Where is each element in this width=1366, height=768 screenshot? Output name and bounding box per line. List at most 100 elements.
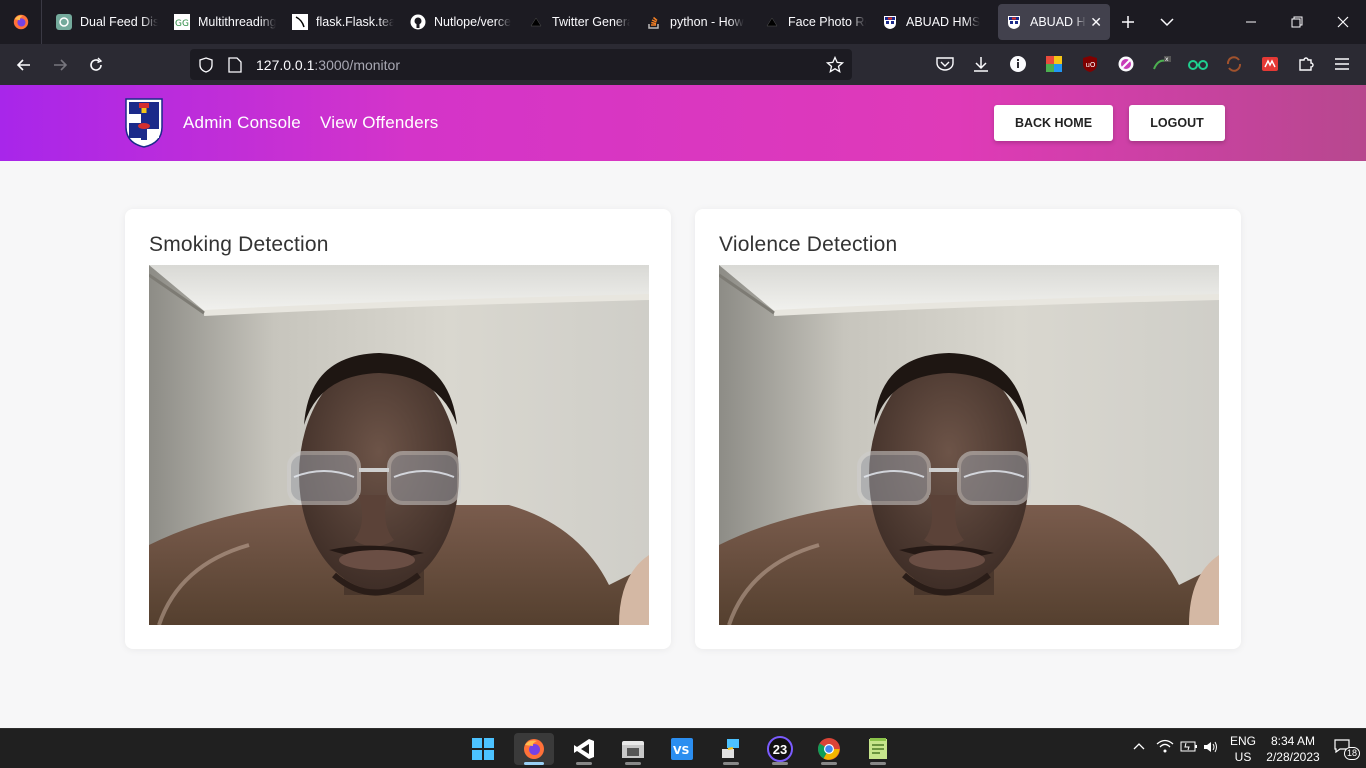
volume-icon[interactable]	[1203, 740, 1219, 757]
close-window-button[interactable]	[1320, 0, 1366, 44]
arrow-right-icon	[54, 58, 68, 71]
notification-count: 18	[1344, 747, 1361, 760]
back-home-button[interactable]: BACK HOME	[994, 105, 1113, 141]
minimize-button[interactable]	[1228, 0, 1274, 44]
download-icon[interactable]	[965, 48, 997, 80]
tab-label: Multithreading	[198, 15, 276, 29]
back-button[interactable]	[7, 48, 41, 82]
taskbar-notepad-plus[interactable]	[858, 733, 898, 765]
pocket-icon[interactable]	[929, 48, 961, 80]
chrome-icon	[818, 738, 840, 760]
tab-label: Nutlope/verce	[434, 15, 512, 29]
shield-icon[interactable]	[198, 56, 214, 73]
tab-1[interactable]: Dual Feed Disp	[48, 4, 166, 40]
clock-date: 2/28/2023	[1266, 750, 1320, 764]
restore-button[interactable]	[1274, 0, 1320, 44]
chevron-up-icon	[1133, 743, 1145, 750]
url-host: 127.0.0.1	[256, 56, 315, 73]
region-text: US	[1234, 750, 1252, 764]
taskbar-file-explorer[interactable]	[613, 733, 653, 765]
clock[interactable]: 8:34 AM 2/28/2023	[1262, 733, 1324, 765]
taskbar-network-tool[interactable]	[711, 733, 751, 765]
arrow-left-icon	[16, 58, 30, 71]
tab-label: Face Photo Re	[788, 15, 866, 29]
svg-text:uO: uO	[1086, 61, 1096, 69]
browser-tab-bar: Dual Feed Disp GG Multithreading flask.F…	[0, 0, 1366, 44]
red-extension-icon[interactable]	[1254, 48, 1286, 80]
battery-icon[interactable]	[1180, 740, 1198, 755]
language-text: ENG	[1230, 734, 1257, 748]
extensions-puzzle-icon[interactable]	[1290, 48, 1322, 80]
url-path: :3000/monitor	[314, 56, 400, 73]
visual-studio-icon	[574, 739, 594, 759]
tab-7[interactable]: Face Photo Re	[756, 4, 874, 40]
svg-text:VS: VS	[673, 744, 690, 757]
sync-extension-icon[interactable]	[1218, 48, 1250, 80]
calendar-badge-text: 23	[772, 741, 788, 757]
show-hidden-icons[interactable]	[1133, 740, 1145, 754]
smoking-video-feed	[149, 265, 649, 625]
windows-icon	[472, 738, 494, 760]
tab-9[interactable]: ABUAD HMS ✕	[998, 4, 1110, 40]
abuad-logo[interactable]	[124, 97, 164, 149]
taskbar-visual-studio[interactable]	[564, 733, 604, 765]
taskbar-calendar-app[interactable]: 23	[760, 733, 800, 765]
url-text[interactable]: 127.0.0.1:3000/monitor	[256, 57, 400, 73]
colorful-extension-icon[interactable]	[1038, 48, 1070, 80]
nav-admin-console[interactable]: Admin Console	[183, 113, 301, 133]
chevron-down-icon	[1160, 18, 1174, 27]
svg-text:GG: GG	[175, 19, 189, 29]
stackoverflow-icon	[646, 14, 662, 30]
tab-6[interactable]: python - How	[638, 4, 756, 40]
language-indicator[interactable]: ENG US	[1230, 733, 1256, 765]
firefox-view-button[interactable]	[0, 0, 42, 44]
tab-4[interactable]: Nutlope/verce	[402, 4, 520, 40]
reload-button[interactable]	[79, 48, 113, 82]
browser-nav-bar: 127.0.0.1:3000/monitor uO x	[0, 44, 1366, 85]
vercel-icon	[764, 14, 780, 30]
forward-button[interactable]	[43, 48, 77, 82]
tab-5[interactable]: Twitter Genera	[520, 4, 638, 40]
flask-icon	[292, 14, 308, 30]
taskbar-vscode[interactable]: VS	[662, 733, 702, 765]
abuad-icon	[1006, 14, 1022, 30]
tab-label: python - How	[670, 15, 744, 29]
list-all-tabs-button[interactable]	[1151, 6, 1183, 38]
plus-icon	[1122, 16, 1134, 28]
github-icon	[410, 14, 426, 30]
smoking-detection-card: Smoking Detection	[125, 209, 671, 649]
chatgpt-icon	[56, 14, 72, 30]
wifi-icon[interactable]	[1156, 739, 1174, 756]
svg-text:x: x	[1165, 56, 1169, 63]
blocker-extension-icon[interactable]	[1110, 48, 1142, 80]
page-icon[interactable]	[228, 56, 244, 73]
notification-center[interactable]: 18	[1334, 739, 1361, 761]
vercel-icon	[528, 14, 544, 30]
disabled-extension-icon[interactable]: x	[1146, 48, 1178, 80]
start-button[interactable]	[463, 733, 503, 765]
taskbar-chrome[interactable]	[809, 733, 849, 765]
tab-label: Twitter Genera	[552, 15, 630, 29]
close-tab-icon[interactable]: ✕	[1090, 14, 1102, 31]
ublock-icon[interactable]: uO	[1074, 48, 1106, 80]
taskbar-firefox[interactable]	[514, 733, 554, 765]
info-extension-icon[interactable]	[1002, 48, 1034, 80]
card-title: Violence Detection	[719, 233, 898, 256]
tab-3[interactable]: flask.Flask.tea	[284, 4, 402, 40]
clock-time: 8:34 AM	[1270, 734, 1316, 748]
firefox-icon	[524, 739, 544, 759]
card-title: Smoking Detection	[149, 233, 329, 256]
tab-label: ABUAD HMS	[1030, 15, 1086, 29]
bookmark-star-icon[interactable]	[826, 56, 844, 74]
glasses-extension-icon[interactable]	[1182, 48, 1214, 80]
site-header: Admin Console View Offenders BACK HOME L…	[0, 85, 1366, 161]
abuad-icon	[882, 14, 898, 30]
logout-button[interactable]: LOGOUT	[1129, 105, 1225, 141]
hamburger-menu-icon[interactable]	[1326, 48, 1358, 80]
tab-8[interactable]: ABUAD HMS	[874, 4, 992, 40]
nav-view-offenders[interactable]: View Offenders	[320, 113, 438, 133]
new-tab-button[interactable]	[1112, 6, 1144, 38]
tab-2[interactable]: GG Multithreading	[166, 4, 284, 40]
url-bar[interactable]: 127.0.0.1:3000/monitor	[190, 49, 852, 80]
violence-detection-card: Violence Detection	[695, 209, 1241, 649]
